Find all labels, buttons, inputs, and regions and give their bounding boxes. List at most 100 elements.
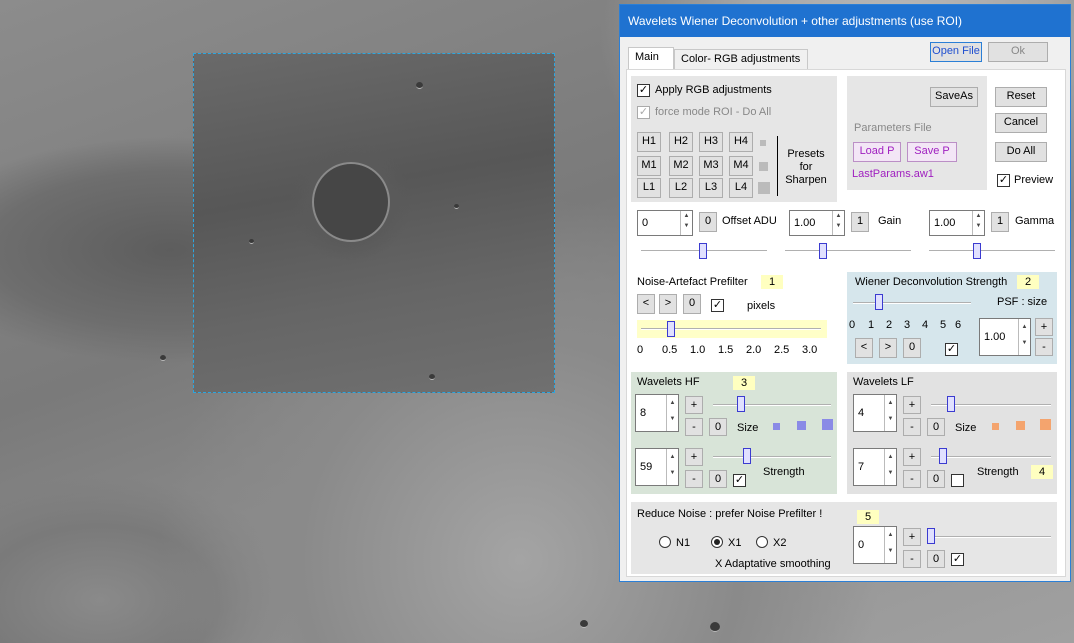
preset-m3-button[interactable]: M3: [699, 156, 723, 176]
hf-size-plus-button[interactable]: +: [685, 396, 703, 414]
hf-size-input[interactable]: 8 ▲ ▼: [635, 394, 679, 432]
hf-strength-slider-thumb[interactable]: [743, 448, 751, 464]
psf-size-input[interactable]: 1.00 ▲ ▼: [979, 318, 1031, 356]
gamma-input[interactable]: 1.00 ▲ ▼: [929, 210, 985, 236]
wiener-slider-thumb[interactable]: [875, 294, 883, 310]
psf-plus-button[interactable]: +: [1035, 318, 1053, 336]
hf-size-spin-arrows[interactable]: ▲ ▼: [666, 395, 678, 431]
lf-size-plus-button[interactable]: +: [903, 396, 921, 414]
reset-button[interactable]: Reset: [995, 87, 1047, 107]
preset-l4-button[interactable]: L4: [729, 178, 753, 198]
psf-spin-arrows[interactable]: ▲ ▼: [1018, 319, 1030, 355]
load-params-button[interactable]: Load P: [853, 142, 901, 162]
preset-h4-button[interactable]: H4: [729, 132, 753, 152]
wiener-checkbox[interactable]: ✓: [945, 343, 958, 356]
offset-input[interactable]: 0 ▲ ▼: [637, 210, 693, 236]
wiener-zero-button[interactable]: 0: [903, 338, 921, 358]
prefilter-checkbox[interactable]: ✓: [711, 299, 724, 312]
lf-strength-minus-button[interactable]: -: [903, 470, 921, 488]
hf-strength-spin-arrows[interactable]: ▲ ▼: [666, 449, 678, 485]
lf-strength-spin-arrows[interactable]: ▲ ▼: [884, 449, 896, 485]
gain-input[interactable]: 1.00 ▲ ▼: [789, 210, 845, 236]
gain-slider-track[interactable]: [785, 250, 911, 252]
save-as-button[interactable]: SaveAs: [930, 87, 978, 107]
offset-reset-button[interactable]: 0: [699, 212, 717, 232]
lf-size-zero-button[interactable]: 0: [927, 418, 945, 436]
noise-zero-button[interactable]: 0: [927, 550, 945, 568]
cancel-button[interactable]: Cancel: [995, 113, 1047, 133]
lf-checkbox[interactable]: [951, 474, 964, 487]
gamma-slider-thumb[interactable]: [973, 243, 981, 259]
force-mode-checkbox[interactable]: ✓: [637, 106, 650, 119]
wiener-next-button[interactable]: >: [879, 338, 897, 358]
hf-strength-input[interactable]: 59 ▲ ▼: [635, 448, 679, 486]
noise-spin-arrows[interactable]: ▲ ▼: [884, 527, 896, 563]
wavelets-hf-badge: 3: [733, 376, 755, 390]
prefilter-slider-thumb[interactable]: [667, 321, 675, 337]
gain-slider-thumb[interactable]: [819, 243, 827, 259]
prefilter-next-button[interactable]: >: [659, 294, 677, 314]
noise-plus-button[interactable]: +: [903, 528, 921, 546]
lf-size-slider-thumb[interactable]: [947, 396, 955, 412]
noise-x2-radio[interactable]: [756, 536, 768, 548]
lf-size-minus-button[interactable]: -: [903, 418, 921, 436]
lf-strength-slider-track[interactable]: [931, 456, 1051, 458]
wiener-prev-button[interactable]: <: [855, 338, 873, 358]
offset-slider-thumb[interactable]: [699, 243, 707, 259]
roi-selection[interactable]: [193, 53, 555, 393]
gain-reset-button[interactable]: 1: [851, 212, 869, 232]
hf-size-slider-track[interactable]: [713, 404, 831, 406]
hf-strength-slider-track[interactable]: [713, 456, 831, 458]
noise-slider-track[interactable]: [927, 536, 1051, 538]
noise-slider-thumb[interactable]: [927, 528, 935, 544]
preset-l3-button[interactable]: L3: [699, 178, 723, 198]
gamma-spin-arrows[interactable]: ▲ ▼: [972, 211, 984, 235]
lf-strength-plus-button[interactable]: +: [903, 448, 921, 466]
lf-size-input[interactable]: 4 ▲ ▼: [853, 394, 897, 432]
lf-strength-slider-thumb[interactable]: [939, 448, 947, 464]
preset-h1-button[interactable]: H1: [637, 132, 661, 152]
lf-strength-input[interactable]: 7 ▲ ▼: [853, 448, 897, 486]
hf-size-zero-button[interactable]: 0: [709, 418, 727, 436]
tab-color-rgb[interactable]: Color- RGB adjustments: [674, 49, 808, 69]
hf-size-slider-thumb[interactable]: [737, 396, 745, 412]
tab-main[interactable]: Main: [628, 47, 674, 69]
do-all-button[interactable]: Do All: [995, 142, 1047, 162]
wiener-tick: 3: [904, 319, 911, 331]
apply-rgb-checkbox[interactable]: ✓: [637, 84, 650, 97]
wiener-slider-track[interactable]: [853, 302, 971, 304]
ok-button[interactable]: Ok: [988, 42, 1048, 62]
open-file-button[interactable]: Open File: [930, 42, 982, 62]
lf-strength-zero-button[interactable]: 0: [927, 470, 945, 488]
gamma-slider-track[interactable]: [929, 250, 1055, 252]
offset-spin-arrows[interactable]: ▲ ▼: [680, 211, 692, 235]
apply-rgb-label: Apply RGB adjustments: [655, 84, 772, 96]
preset-h2-button[interactable]: H2: [669, 132, 693, 152]
prefilter-zero-button[interactable]: 0: [683, 294, 701, 314]
save-params-button[interactable]: Save P: [907, 142, 957, 162]
noise-n1-radio[interactable]: [659, 536, 671, 548]
reduce-noise-badge: 5: [857, 510, 879, 524]
psf-minus-button[interactable]: -: [1035, 338, 1053, 356]
noise-input[interactable]: 0 ▲ ▼: [853, 526, 897, 564]
hf-checkbox[interactable]: ✓: [733, 474, 746, 487]
hf-strength-zero-button[interactable]: 0: [709, 470, 727, 488]
gain-spin-arrows[interactable]: ▲ ▼: [832, 211, 844, 235]
preset-m2-button[interactable]: M2: [669, 156, 693, 176]
preview-checkbox[interactable]: ✓: [997, 174, 1010, 187]
hf-size-minus-button[interactable]: -: [685, 418, 703, 436]
preset-l1-button[interactable]: L1: [637, 178, 661, 198]
crater: [580, 620, 588, 628]
noise-checkbox[interactable]: ✓: [951, 553, 964, 566]
preset-m4-button[interactable]: M4: [729, 156, 753, 176]
lf-size-spin-arrows[interactable]: ▲ ▼: [884, 395, 896, 431]
hf-strength-plus-button[interactable]: +: [685, 448, 703, 466]
prefilter-prev-button[interactable]: <: [637, 294, 655, 314]
gamma-reset-button[interactable]: 1: [991, 212, 1009, 232]
noise-minus-button[interactable]: -: [903, 550, 921, 568]
preset-l2-button[interactable]: L2: [669, 178, 693, 198]
hf-strength-minus-button[interactable]: -: [685, 470, 703, 488]
preset-h3-button[interactable]: H3: [699, 132, 723, 152]
preset-m1-button[interactable]: M1: [637, 156, 661, 176]
noise-x1-radio[interactable]: [711, 536, 723, 548]
